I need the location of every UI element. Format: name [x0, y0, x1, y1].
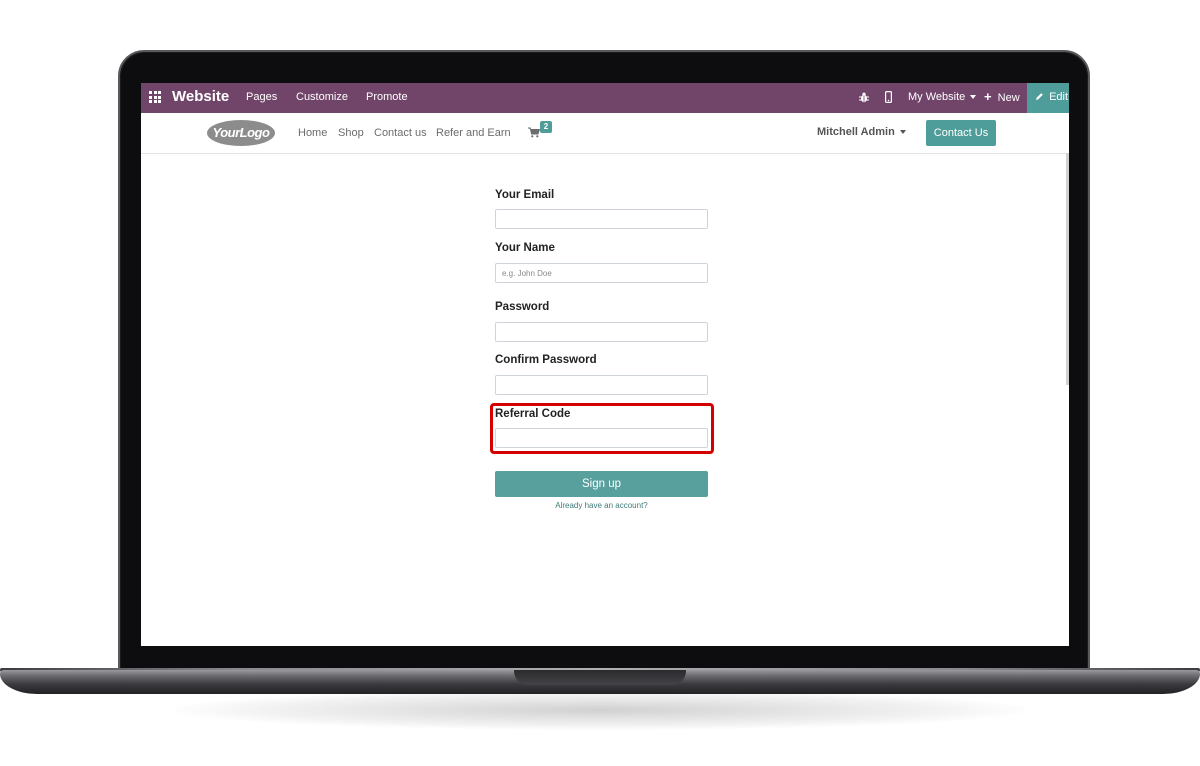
- password-label: Password: [495, 301, 550, 313]
- confirm-password-label: Confirm Password: [495, 354, 597, 366]
- password-field[interactable]: [495, 322, 708, 342]
- user-name: Mitchell Admin: [817, 126, 895, 138]
- contact-us-button[interactable]: Contact Us: [926, 120, 996, 146]
- scrollbar[interactable]: [1066, 153, 1069, 385]
- sign-up-button[interactable]: Sign up: [495, 471, 708, 497]
- site-logo[interactable]: YourLogo: [207, 120, 275, 146]
- plus-icon: +: [984, 89, 992, 104]
- bug-icon[interactable]: [859, 92, 869, 103]
- apps-grid-icon[interactable]: [149, 91, 161, 103]
- nav-home[interactable]: Home: [298, 127, 327, 139]
- chevron-down-icon: [970, 95, 977, 100]
- website-switcher[interactable]: My Website: [908, 91, 977, 103]
- confirm-password-field[interactable]: [495, 375, 708, 395]
- new-button[interactable]: + New: [984, 89, 1020, 104]
- pencil-icon: [1036, 93, 1043, 100]
- menu-pages[interactable]: Pages: [246, 91, 277, 103]
- user-menu[interactable]: Mitchell Admin: [817, 126, 906, 138]
- nav-shop[interactable]: Shop: [338, 127, 364, 139]
- referral-code-label: Referral Code: [495, 408, 571, 420]
- laptop-shadow: [170, 690, 1030, 730]
- screen: Website Pages Customize Promote My Websi…: [141, 83, 1069, 646]
- menu-promote[interactable]: Promote: [366, 91, 408, 103]
- login-link[interactable]: Already have an account?: [495, 501, 708, 510]
- name-field[interactable]: [495, 263, 708, 283]
- menu-customize[interactable]: Customize: [296, 91, 348, 103]
- website-switcher-label: My Website: [908, 91, 966, 103]
- nav-contact-us[interactable]: Contact us: [374, 127, 427, 139]
- editor-topbar: Website Pages Customize Promote My Websi…: [141, 83, 1069, 113]
- edit-button-label: Edit: [1049, 91, 1069, 103]
- site-navbar: YourLogo Home Shop Contact us Refer and …: [141, 113, 1069, 154]
- nav-refer-and-earn[interactable]: Refer and Earn: [436, 127, 511, 139]
- email-field[interactable]: [495, 209, 708, 229]
- app-title: Website: [172, 88, 230, 105]
- edit-button[interactable]: Edit: [1027, 83, 1069, 113]
- laptop-notch: [514, 670, 686, 685]
- mobile-preview-icon[interactable]: [885, 91, 892, 103]
- email-label: Your Email: [495, 189, 555, 201]
- name-label: Your Name: [495, 242, 555, 254]
- new-button-label: New: [997, 92, 1020, 104]
- cart-icon[interactable]: [528, 127, 540, 138]
- chevron-down-icon: [899, 130, 906, 135]
- cart-count-badge: 2: [540, 121, 552, 133]
- referral-code-field[interactable]: [495, 428, 708, 448]
